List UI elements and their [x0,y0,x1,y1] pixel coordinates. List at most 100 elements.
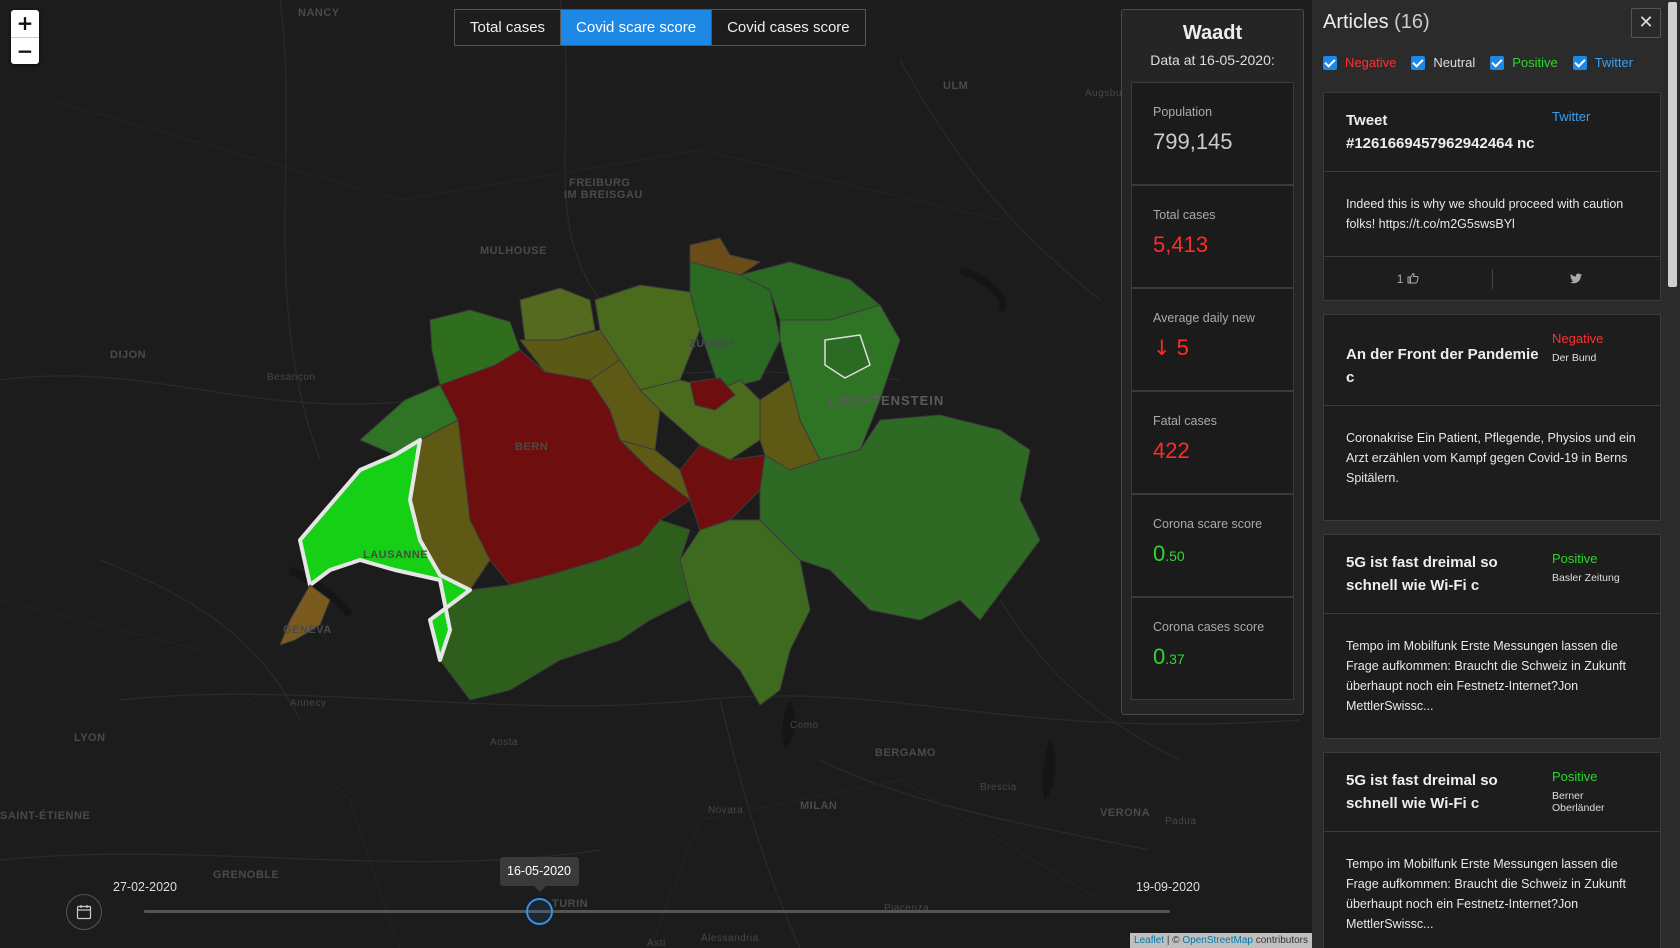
timeline-slider-handle[interactable] [525,898,553,925]
article-source: Berner Oberländer [1552,790,1605,814]
canton-uri [679,444,766,531]
leaflet-link[interactable]: Leaflet [1134,935,1164,946]
tab-covid-cases-score[interactable]: Covid cases score [712,10,865,45]
article-sentiment: Positive [1552,769,1598,784]
attribution-sep: | © [1164,935,1183,946]
checkbox-checked-icon[interactable] [1411,55,1426,70]
tab-covid-scare-score[interactable]: Covid scare score [561,10,713,45]
calendar-button[interactable] [66,894,102,930]
sidebar-scrollbar[interactable] [1666,0,1678,948]
stat-value-int: 0 [1153,644,1166,669]
stat-value-row: 0.37 [1153,644,1293,670]
scrollbar-thumb[interactable] [1668,2,1677,287]
map-place-label: VERONA [1100,807,1151,819]
tab-total-cases[interactable]: Total cases [455,10,562,45]
map-place-label: LIECHTENSTEIN [828,393,945,408]
zoom-in-button[interactable]: + [11,10,39,37]
app: NANCY FREIBURG IM BREISGAU MULHOUSE ULM Augsb… [0,0,1680,948]
stat-label: Corona cases score [1153,620,1265,634]
stat-average-daily-new: Average daily new ↓ 5 [1131,288,1294,391]
map-place-label: MULHOUSE [480,245,547,257]
map-place-label: FREIBURG [569,177,631,189]
article-filters: Negative Neutral Positive Twitter [1323,55,1648,70]
articles-title: Articles (16) [1323,11,1430,34]
timeline-current-date-tooltip: 16-05-2020 [499,857,579,892]
map[interactable]: NANCY FREIBURG IM BREISGAU MULHOUSE ULM Augsb… [0,0,1312,948]
checkbox-checked-icon[interactable] [1490,55,1505,70]
timeline-end-date: 19-09-2020 [1136,880,1200,894]
basemap-roads [0,0,1301,948]
map-place-label: NANCY [298,7,340,19]
article-card[interactable]: 5G ist fast dreimal so schnell wie Wi-Fi… [1323,752,1661,948]
canton-name: Waadt [1182,22,1243,44]
map-place-label: GENEVA [283,624,332,636]
close-button[interactable]: ✕ [1631,8,1661,38]
map-place-label: LAUSANNE [363,549,429,561]
articles-sidebar: Articles (16) ✕ Negative Neutral Positiv… [1312,0,1680,948]
stat-corona-scare-score: Corona scare score 0.50 [1131,494,1294,597]
stat-value-row: 0.50 [1153,541,1293,567]
canton-basel [519,287,596,341]
zoom-control: + − [11,10,39,64]
like-button[interactable]: 1 [1324,272,1492,286]
map-place-label: Besançon [267,372,316,383]
map-place-label: BERN [515,441,549,453]
map-place-label: ULM [943,80,969,92]
article-title[interactable]: Tweet #1261669457962942464 nc [1346,109,1546,155]
article-sentiment: Twitter [1552,109,1591,124]
like-count: 1 [1396,271,1404,286]
filter-negative[interactable]: Negative [1323,55,1396,70]
timeline-track[interactable] [144,910,1170,913]
filter-neutral[interactable]: Neutral [1411,55,1475,70]
map-place-label: TURIN [552,898,589,910]
filter-positive[interactable]: Positive [1490,55,1558,70]
articles-list: Tweet #1261669457962942464 nc Twitter In… [1323,92,1661,948]
article-card[interactable]: 5G ist fast dreimal so schnell wie Wi-Fi… [1323,534,1661,739]
map-place-label: GRENOBLE [213,869,280,881]
article-body: Tempo im Mobilfunk Erste Messungen lasse… [1346,857,1626,931]
article-card[interactable]: An der Front der Pandemie c Negative Der… [1323,314,1661,521]
twitter-icon [1570,272,1583,286]
thumbs-up-icon [1407,272,1419,286]
article-body: Tempo im Mobilfunk Erste Messungen lasse… [1346,639,1626,713]
checkbox-checked-icon[interactable] [1323,55,1337,70]
map-place-label: Aosta [490,737,519,748]
stat-label: Total cases [1153,208,1216,222]
map-place-label: IM BREISGAU [564,189,643,201]
map-place-label: Como [790,720,819,731]
article-title[interactable]: An der Front der Pandemie c [1346,331,1546,389]
article-sentiment: Negative [1552,331,1604,346]
map-place-label: DIJON [110,349,147,361]
close-icon: ✕ [1638,12,1654,33]
stat-corona-cases-score: Corona cases score 0.37 [1131,597,1294,700]
filter-label: Negative [1345,55,1397,70]
map-place-label: Asti [647,938,666,948]
article-header: 5G ist fast dreimal so schnell wie Wi-Fi… [1324,753,1660,832]
stat-value: 422 [1153,438,1190,463]
article-title[interactable]: 5G ist fast dreimal so schnell wie Wi-Fi… [1346,769,1546,815]
article-footer: 1 [1324,256,1660,300]
stat-value: 5 [1176,335,1189,360]
filter-twitter[interactable]: Twitter [1572,55,1633,70]
map-place-label: Brescia [980,782,1017,793]
stat-value-dec: .37 [1165,651,1185,667]
filter-label: Positive [1512,55,1558,70]
zoom-out-button[interactable]: − [11,37,39,64]
stat-label: Population [1153,105,1213,119]
checkbox-checked-icon[interactable] [1572,55,1587,70]
stat-population: Population 799,145 [1131,82,1294,185]
map-place-label: ZURICH [689,338,734,350]
timeline-start-date: 27-02-2020 [113,880,177,894]
article-title[interactable]: 5G ist fast dreimal so schnell wie Wi-Fi… [1346,551,1546,597]
stat-value: 5,413 [1153,232,1209,257]
stat-value: 799,145 [1153,129,1233,154]
arrow-down-icon: ↓ [1153,336,1171,360]
twitter-link-button[interactable] [1491,268,1661,289]
map-place-label: Annecy [290,698,327,709]
article-source: Basler Zeitung [1552,572,1620,584]
attribution-rest: contributors [1252,935,1308,946]
filter-label: Neutral [1433,55,1476,70]
article-card[interactable]: Tweet #1261669457962942464 nc Twitter In… [1323,92,1661,301]
article-header: Tweet #1261669457962942464 nc Twitter [1324,93,1660,172]
osm-link[interactable]: OpenStreetMap [1182,935,1253,946]
